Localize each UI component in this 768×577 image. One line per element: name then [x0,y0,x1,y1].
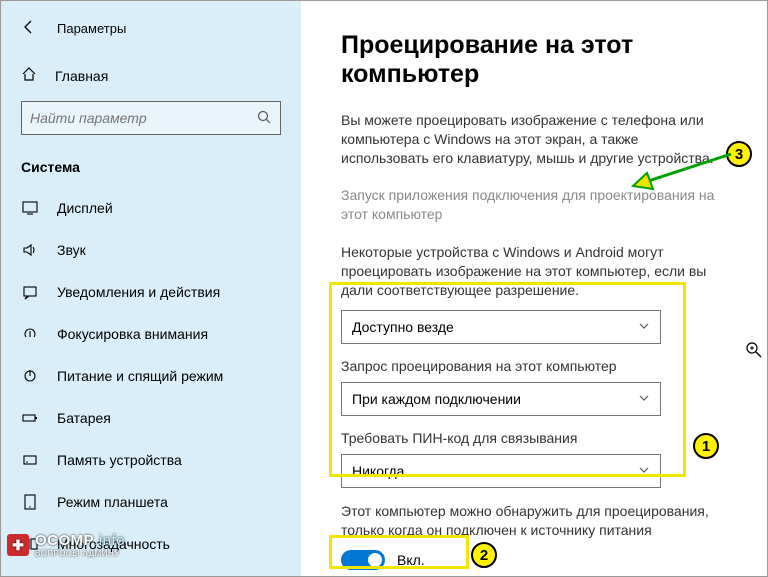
notifications-icon [21,283,39,301]
storage-icon [21,451,39,469]
back-row[interactable]: Параметры [1,17,301,56]
sidebar-home-label: Главная [55,68,108,84]
sidebar-item-label: Питание и спящий режим [57,368,223,384]
launch-connect-link[interactable]: Запуск приложения подключения для проект… [341,186,727,224]
battery-icon [21,409,39,427]
require-pin-label: Требовать ПИН-код для связывания [341,430,727,446]
require-pin-select[interactable]: Никогда [341,454,661,488]
watermark-main: OCOMP [35,532,94,549]
sidebar-nav: Дисплей Звук Уведомления и действия Фоку… [1,187,301,565]
sidebar-item-display[interactable]: Дисплей [1,187,301,229]
sidebar-item-label: Звук [57,242,86,258]
search-input[interactable] [30,110,256,126]
display-icon [21,199,39,217]
require-pin-value: Никогда [352,463,404,479]
watermark-sub: ВОПРОСЫ АДМИНУ [35,549,125,558]
main-content: Проецирование на этот компьютер Вы может… [301,1,767,576]
sidebar-item-label: Память устройства [57,452,182,468]
availability-select[interactable]: Доступно везде [341,310,661,344]
sidebar-item-notifications[interactable]: Уведомления и действия [1,271,301,313]
back-arrow-icon [21,19,37,38]
window-title: Параметры [57,21,126,36]
sidebar-item-tablet[interactable]: Режим планшета [1,481,301,523]
search-box[interactable] [21,101,281,135]
description-text: Вы можете проецировать изображение с тел… [341,111,727,168]
sidebar-item-battery[interactable]: Батарея [1,397,301,439]
page-title: Проецирование на этот компьютер [341,31,727,89]
ask-to-project-select[interactable]: При каждом подключении [341,382,661,416]
sidebar-item-label: Фокусировка внимания [57,326,208,342]
watermark: ✚ OCOMP.info ВОПРОСЫ АДМИНУ [7,532,125,558]
permission-note: Некоторые устройства с Windows и Android… [341,243,727,300]
sound-icon [21,241,39,259]
magnifier-icon [745,341,763,362]
sidebar-item-storage[interactable]: Память устройства [1,439,301,481]
watermark-suffix: .info [94,532,125,549]
tablet-icon [21,493,39,511]
home-icon [21,66,37,85]
sidebar-item-label: Режим планшета [57,494,168,510]
chevron-down-icon [638,319,650,335]
chevron-down-icon [638,391,650,407]
sidebar-item-label: Батарея [57,410,111,426]
sidebar-item-sound[interactable]: Звук [1,229,301,271]
ask-to-project-value: При каждом подключении [352,391,521,407]
sidebar-item-power[interactable]: Питание и спящий режим [1,355,301,397]
discover-note: Этот компьютер можно обнаружить для прое… [341,502,727,540]
discover-toggle-row: Вкл. [341,550,727,570]
chevron-down-icon [638,463,650,479]
focus-icon [21,325,39,343]
power-icon [21,367,39,385]
availability-value: Доступно везде [352,319,454,335]
toggle-knob [368,553,382,567]
sidebar-item-label: Дисплей [57,200,113,216]
ask-to-project-label: Запрос проецирования на этот компьютер [341,358,727,374]
toggle-label: Вкл. [397,552,425,568]
search-icon [256,109,272,128]
discover-toggle[interactable] [341,550,385,570]
sidebar-home[interactable]: Главная [1,56,301,95]
settings-window: Параметры Главная Система Дисплей [1,1,767,576]
sidebar-section-title: Система [1,149,301,187]
sidebar-item-focus[interactable]: Фокусировка внимания [1,313,301,355]
watermark-icon: ✚ [7,534,29,556]
sidebar-item-label: Уведомления и действия [57,284,220,300]
sidebar: Параметры Главная Система Дисплей [1,1,301,576]
